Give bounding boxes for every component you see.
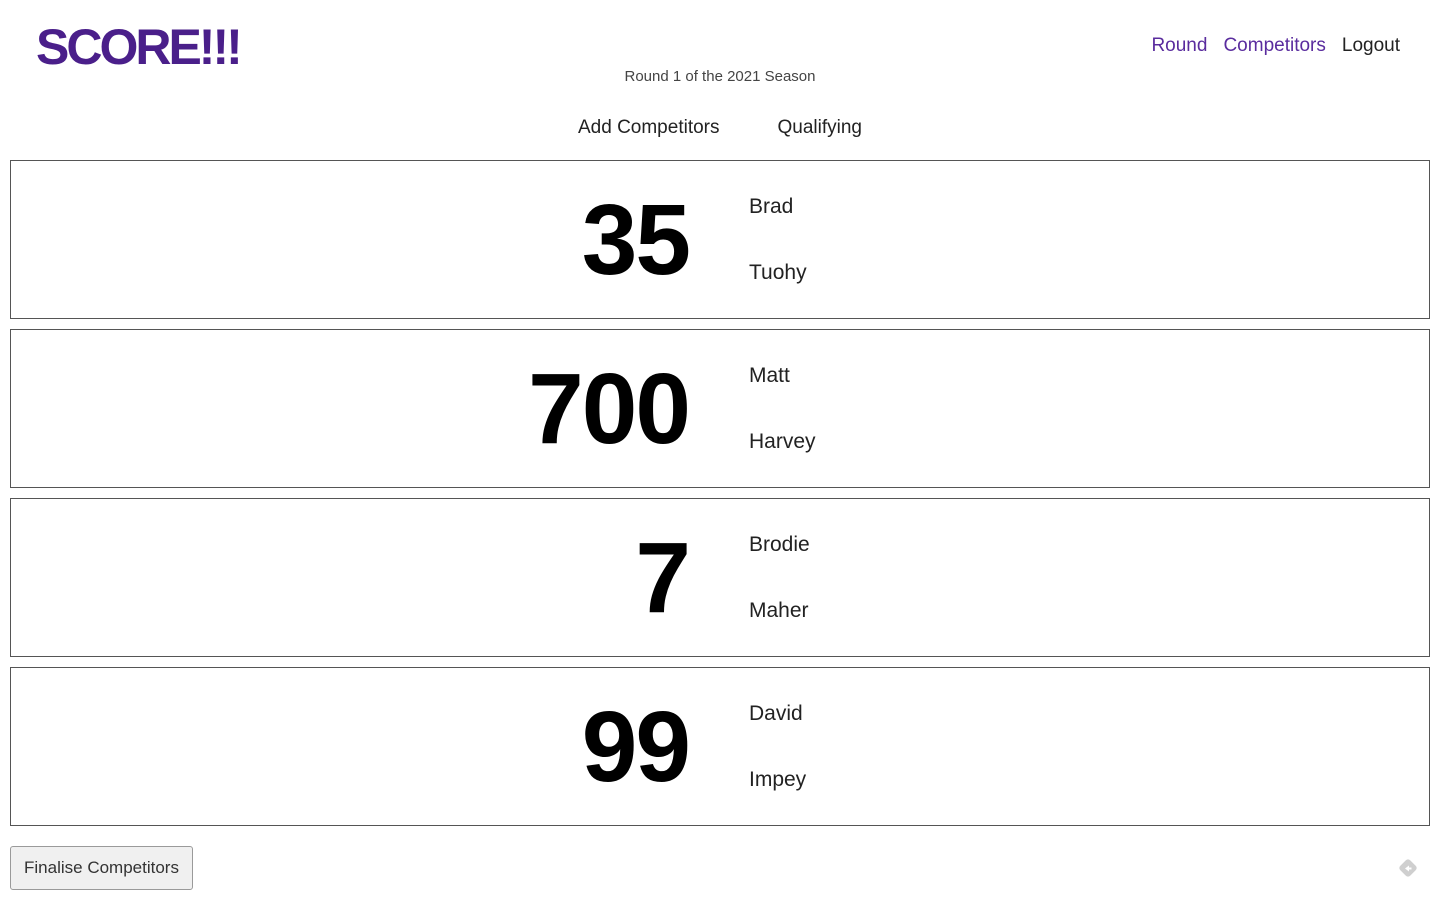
competitor-last-name: Maher	[749, 599, 809, 622]
diamond-arrow-icon[interactable]	[1396, 856, 1420, 880]
tab-qualifying[interactable]: Qualifying	[778, 116, 863, 140]
competitor-list: 35 Brad Tuohy 700 Matt Harvey 7 Brodie M…	[10, 160, 1430, 836]
competitor-last-name: Tuohy	[749, 261, 807, 284]
page: SCORE!!! Round Competitors Logout Round …	[0, 0, 1440, 900]
nav-logout-link[interactable]: Logout	[1342, 34, 1400, 58]
competitor-score: 7	[635, 522, 691, 634]
round-subtitle: Round 1 of the 2021 Season	[624, 68, 816, 85]
competitor-card[interactable]: 700 Matt Harvey	[10, 329, 1430, 488]
tab-add-competitors[interactable]: Add Competitors	[578, 116, 720, 140]
competitor-score: 700	[528, 353, 691, 465]
competitor-first-name: Matt	[749, 364, 790, 387]
competitor-score: 35	[581, 184, 691, 296]
competitor-score: 99	[581, 691, 691, 803]
competitor-first-name: Brad	[749, 195, 794, 218]
round-tabs: Add Competitors Qualifying	[0, 116, 1440, 140]
competitor-card[interactable]: 99 David Impey	[10, 667, 1430, 826]
nav-competitors-link[interactable]: Competitors	[1223, 34, 1325, 58]
competitor-last-name: Harvey	[749, 430, 816, 453]
nav-round-link[interactable]: Round	[1151, 34, 1207, 58]
competitor-card[interactable]: 35 Brad Tuohy	[10, 160, 1430, 319]
competitor-first-name: Brodie	[749, 533, 810, 556]
competitor-card[interactable]: 7 Brodie Maher	[10, 498, 1430, 657]
competitor-last-name: Impey	[749, 768, 807, 791]
competitor-first-name: David	[749, 702, 803, 725]
finalise-competitors-button[interactable]: Finalise Competitors	[10, 846, 193, 890]
top-nav: Round Competitors Logout	[1151, 34, 1400, 58]
